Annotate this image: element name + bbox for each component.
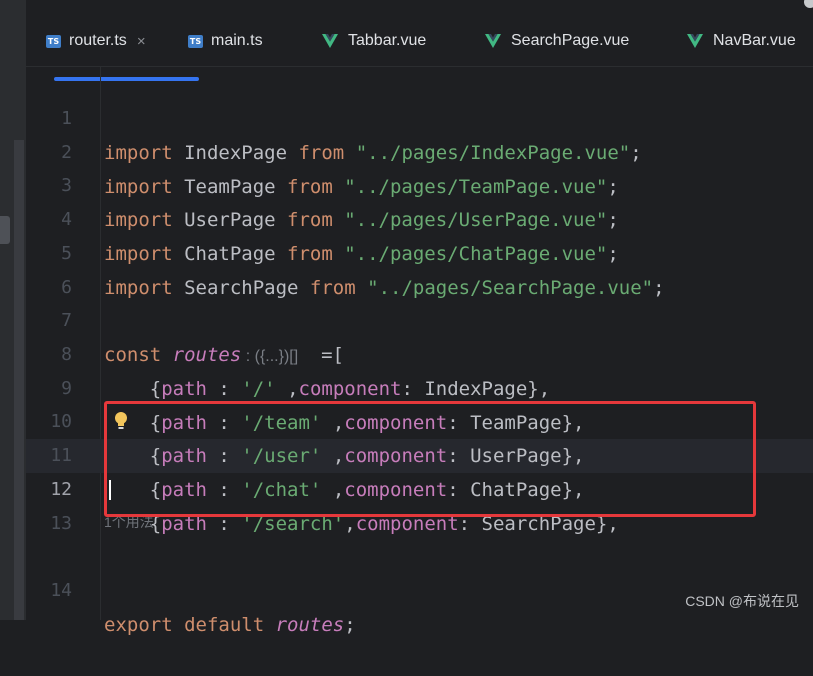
- code-line: 9 {path : '/team' ,component: TeamPage},: [26, 338, 813, 434]
- code-line: 4 import ChatPage from "../pages/ChatPag…: [26, 169, 813, 265]
- watermark: CSDN @布说在见: [685, 593, 799, 609]
- tab-label: NavBar.vue: [713, 32, 796, 49]
- code-line: 3 import UserPage from "../pages/UserPag…: [26, 135, 813, 231]
- code-line: 7 const routes : ({...})[] =[: [26, 270, 813, 366]
- typescript-icon: TS: [188, 34, 203, 48]
- vue-icon: [687, 34, 703, 48]
- line-number: 13: [50, 513, 72, 534]
- code-line: 5 import SearchPage from "../pages/Searc…: [26, 203, 813, 299]
- tab-label: Tabbar.vue: [348, 32, 427, 49]
- code-line: 14 export default routes;: [26, 540, 813, 636]
- tab-searchpage-vue[interactable]: SearchPage.vue: [485, 16, 629, 66]
- tab-label: main.ts: [211, 32, 263, 49]
- tab-router-ts[interactable]: TS router.ts ×: [46, 16, 146, 66]
- tab-main-ts[interactable]: TS main.ts: [188, 16, 263, 66]
- tab-label: router.ts: [69, 32, 127, 49]
- vue-icon: [485, 34, 501, 48]
- scroll-thumb[interactable]: [0, 216, 10, 244]
- code-line: 8 {path : '/' ,component: IndexPage},: [26, 304, 813, 400]
- tab-label: SearchPage.vue: [511, 32, 630, 49]
- window-control[interactable]: [804, 0, 813, 8]
- line-number: 14: [50, 580, 72, 601]
- tab-tabbar-vue[interactable]: Tabbar.vue: [322, 16, 426, 66]
- code-line: 6: [26, 237, 813, 298]
- code-line: 1 import IndexPage from "../pages/IndexP…: [26, 68, 813, 164]
- code-line: 2 import TeamPage from "../pages/TeamPag…: [26, 102, 813, 198]
- annotation-box: [104, 401, 756, 517]
- left-tool-strip: [0, 0, 26, 620]
- vue-icon: [322, 34, 338, 48]
- code-editor[interactable]: 1 import IndexPage from "../pages/IndexP…: [26, 67, 813, 636]
- close-icon[interactable]: ×: [137, 33, 146, 50]
- typescript-icon: TS: [46, 34, 61, 48]
- scroll-track: [14, 140, 24, 620]
- editor-tab-bar: TS router.ts × TS main.ts Tabbar.vue Sea…: [26, 16, 813, 81]
- tab-navbar-vue[interactable]: NavBar.vue: [687, 16, 796, 66]
- code-line: 10 {path : '/user' ,component: UserPage}…: [26, 371, 813, 467]
